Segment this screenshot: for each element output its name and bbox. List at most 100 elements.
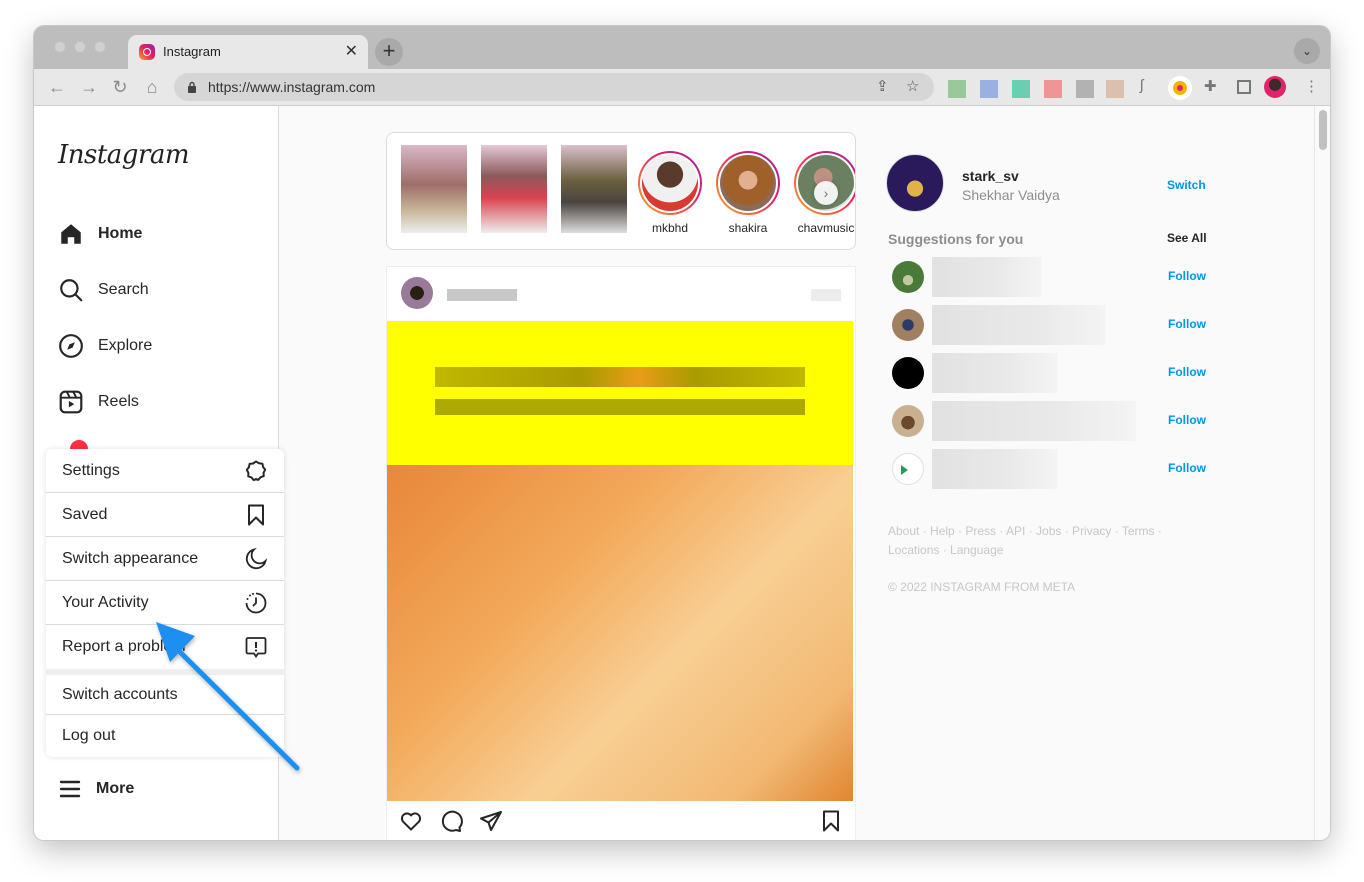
footer-links[interactable]: About · Help · Press · API · Jobs · Priv… xyxy=(888,522,1188,560)
tab-close-icon[interactable]: ✕ xyxy=(345,41,358,61)
post-image[interactable] xyxy=(387,321,853,801)
suggestion-name[interactable] xyxy=(932,305,1106,345)
close-window-button[interactable] xyxy=(54,41,66,53)
extension-icon[interactable] xyxy=(1076,80,1094,98)
follow-button[interactable]: Follow xyxy=(1168,413,1206,427)
story-item-blurred[interactable] xyxy=(561,145,627,233)
menu-item-label: Switch appearance xyxy=(62,549,199,567)
lock-icon xyxy=(188,81,196,93)
sidebar-item-label: Home xyxy=(98,225,143,242)
like-heart-icon[interactable] xyxy=(399,809,423,833)
post-author-avatar[interactable] xyxy=(401,277,433,309)
sidebar-item-label: Explore xyxy=(98,337,153,354)
extension-icon[interactable] xyxy=(980,80,998,98)
menu-item-log-out[interactable]: Log out xyxy=(46,715,284,757)
post-author-name[interactable] xyxy=(447,289,517,301)
story-avatar xyxy=(720,155,776,211)
menu-item-switch-accounts[interactable]: Switch accounts xyxy=(46,675,284,715)
more-menu: Settings Saved Switch appearance Your Ac… xyxy=(46,449,284,757)
profile-avatar[interactable] xyxy=(1264,76,1286,98)
follow-button[interactable]: Follow xyxy=(1168,317,1206,331)
suggestion-avatar[interactable] xyxy=(892,405,924,437)
sidebar-item-search[interactable]: Search xyxy=(58,275,149,305)
kebab-menu-icon[interactable]: ⋮ xyxy=(1304,77,1319,95)
activity-icon xyxy=(245,592,267,614)
post-header xyxy=(387,267,855,321)
forward-icon[interactable]: → xyxy=(78,76,100,98)
flower-extension-icon[interactable] xyxy=(1168,76,1192,100)
see-all-link[interactable]: See All xyxy=(1167,231,1207,245)
address-bar[interactable]: https://www.instagram.com ⇪ ☆ xyxy=(174,73,934,101)
side-panel-icon[interactable] xyxy=(1237,80,1251,94)
extension-icon[interactable] xyxy=(1044,80,1062,98)
instagram-logo[interactable]: Instagram xyxy=(58,140,190,170)
story-item-blurred[interactable] xyxy=(401,145,467,233)
report-icon xyxy=(245,637,267,659)
suggestion-name[interactable] xyxy=(932,257,1042,297)
follow-button[interactable]: Follow xyxy=(1168,461,1206,475)
story-item[interactable]: mkbhd xyxy=(630,151,710,235)
suggestion-avatar[interactable] xyxy=(892,453,924,485)
suggestion-name[interactable] xyxy=(932,449,1058,489)
home-icon xyxy=(61,224,81,244)
story-item-blurred[interactable] xyxy=(481,145,547,233)
menu-item-saved[interactable]: Saved xyxy=(46,493,284,537)
follow-button[interactable]: Follow xyxy=(1168,365,1206,379)
story-username: mkbhd xyxy=(651,221,689,235)
minimize-window-button[interactable] xyxy=(74,41,86,53)
sidebar-item-home[interactable]: Home xyxy=(58,219,142,249)
sidebar-item-more[interactable]: More xyxy=(58,777,134,801)
menu-item-label: Settings xyxy=(62,461,120,479)
stories-next-button[interactable]: › xyxy=(814,181,838,205)
switch-account-link[interactable]: Switch xyxy=(1167,178,1206,192)
suggestion-name[interactable] xyxy=(932,353,1058,393)
extension-icon[interactable] xyxy=(1106,80,1124,98)
copyright-text: © 2022 INSTAGRAM FROM META xyxy=(888,580,1076,594)
share-send-icon[interactable] xyxy=(479,809,503,833)
bookmark-icon xyxy=(248,504,264,526)
suggestion-avatar[interactable] xyxy=(892,357,924,389)
zoom-window-button[interactable] xyxy=(94,41,106,53)
back-icon[interactable]: ← xyxy=(46,76,68,98)
menu-item-switch-appearance[interactable]: Switch appearance xyxy=(46,537,284,581)
suggestion-name[interactable] xyxy=(932,401,1136,441)
instagram-favicon-icon xyxy=(139,44,155,60)
tab-search-button[interactable]: ⌄ xyxy=(1294,38,1320,64)
extension-icon[interactable] xyxy=(1012,80,1030,98)
moon-icon xyxy=(245,547,268,570)
home-browser-icon[interactable]: ⌂ xyxy=(141,76,163,98)
share-icon[interactable]: ⇪ xyxy=(876,77,889,95)
url-text[interactable]: https://www.instagram.com xyxy=(208,79,375,95)
save-bookmark-icon[interactable] xyxy=(819,809,843,833)
page-scrollbar[interactable] xyxy=(1314,106,1330,840)
menu-item-label: Your Activity xyxy=(62,593,149,611)
scrollbar-thumb[interactable] xyxy=(1319,110,1327,150)
current-username[interactable]: stark_sv xyxy=(962,168,1019,184)
menu-item-label: Saved xyxy=(62,505,108,523)
suggestion-row: Follow xyxy=(886,353,1216,393)
sidebar-item-explore[interactable]: Explore xyxy=(58,331,152,361)
search-icon xyxy=(60,279,83,302)
suggestion-avatar[interactable] xyxy=(892,309,924,341)
tab-instagram[interactable]: Instagram ✕ xyxy=(128,35,368,69)
reload-icon[interactable]: ↻ xyxy=(109,76,131,98)
extension-icon[interactable] xyxy=(948,80,966,98)
follow-button[interactable]: Follow xyxy=(1168,269,1206,283)
new-tab-button[interactable]: + xyxy=(375,38,403,66)
bookmark-star-icon[interactable]: ☆ xyxy=(906,77,919,95)
extensions-puzzle-icon[interactable]: ✚ xyxy=(1204,77,1217,95)
current-user-avatar[interactable] xyxy=(886,154,944,212)
sidebar-item-reels[interactable]: Reels xyxy=(58,387,139,417)
menu-item-your-activity[interactable]: Your Activity xyxy=(46,581,284,625)
menu-item-label: Report a problem xyxy=(62,638,186,655)
feather-extension-icon[interactable]: ʃ xyxy=(1140,77,1143,94)
suggestion-row: Follow xyxy=(886,257,1216,297)
tab-title: Instagram xyxy=(163,44,221,59)
menu-item-report-problem[interactable]: Report a problem xyxy=(46,625,284,669)
post-options-icon[interactable] xyxy=(811,289,841,301)
suggestion-avatar[interactable] xyxy=(892,261,924,293)
comment-icon[interactable] xyxy=(439,809,463,833)
menu-item-label: Log out xyxy=(62,727,116,744)
story-item[interactable]: shakira xyxy=(708,151,788,235)
menu-item-settings[interactable]: Settings xyxy=(46,449,284,493)
